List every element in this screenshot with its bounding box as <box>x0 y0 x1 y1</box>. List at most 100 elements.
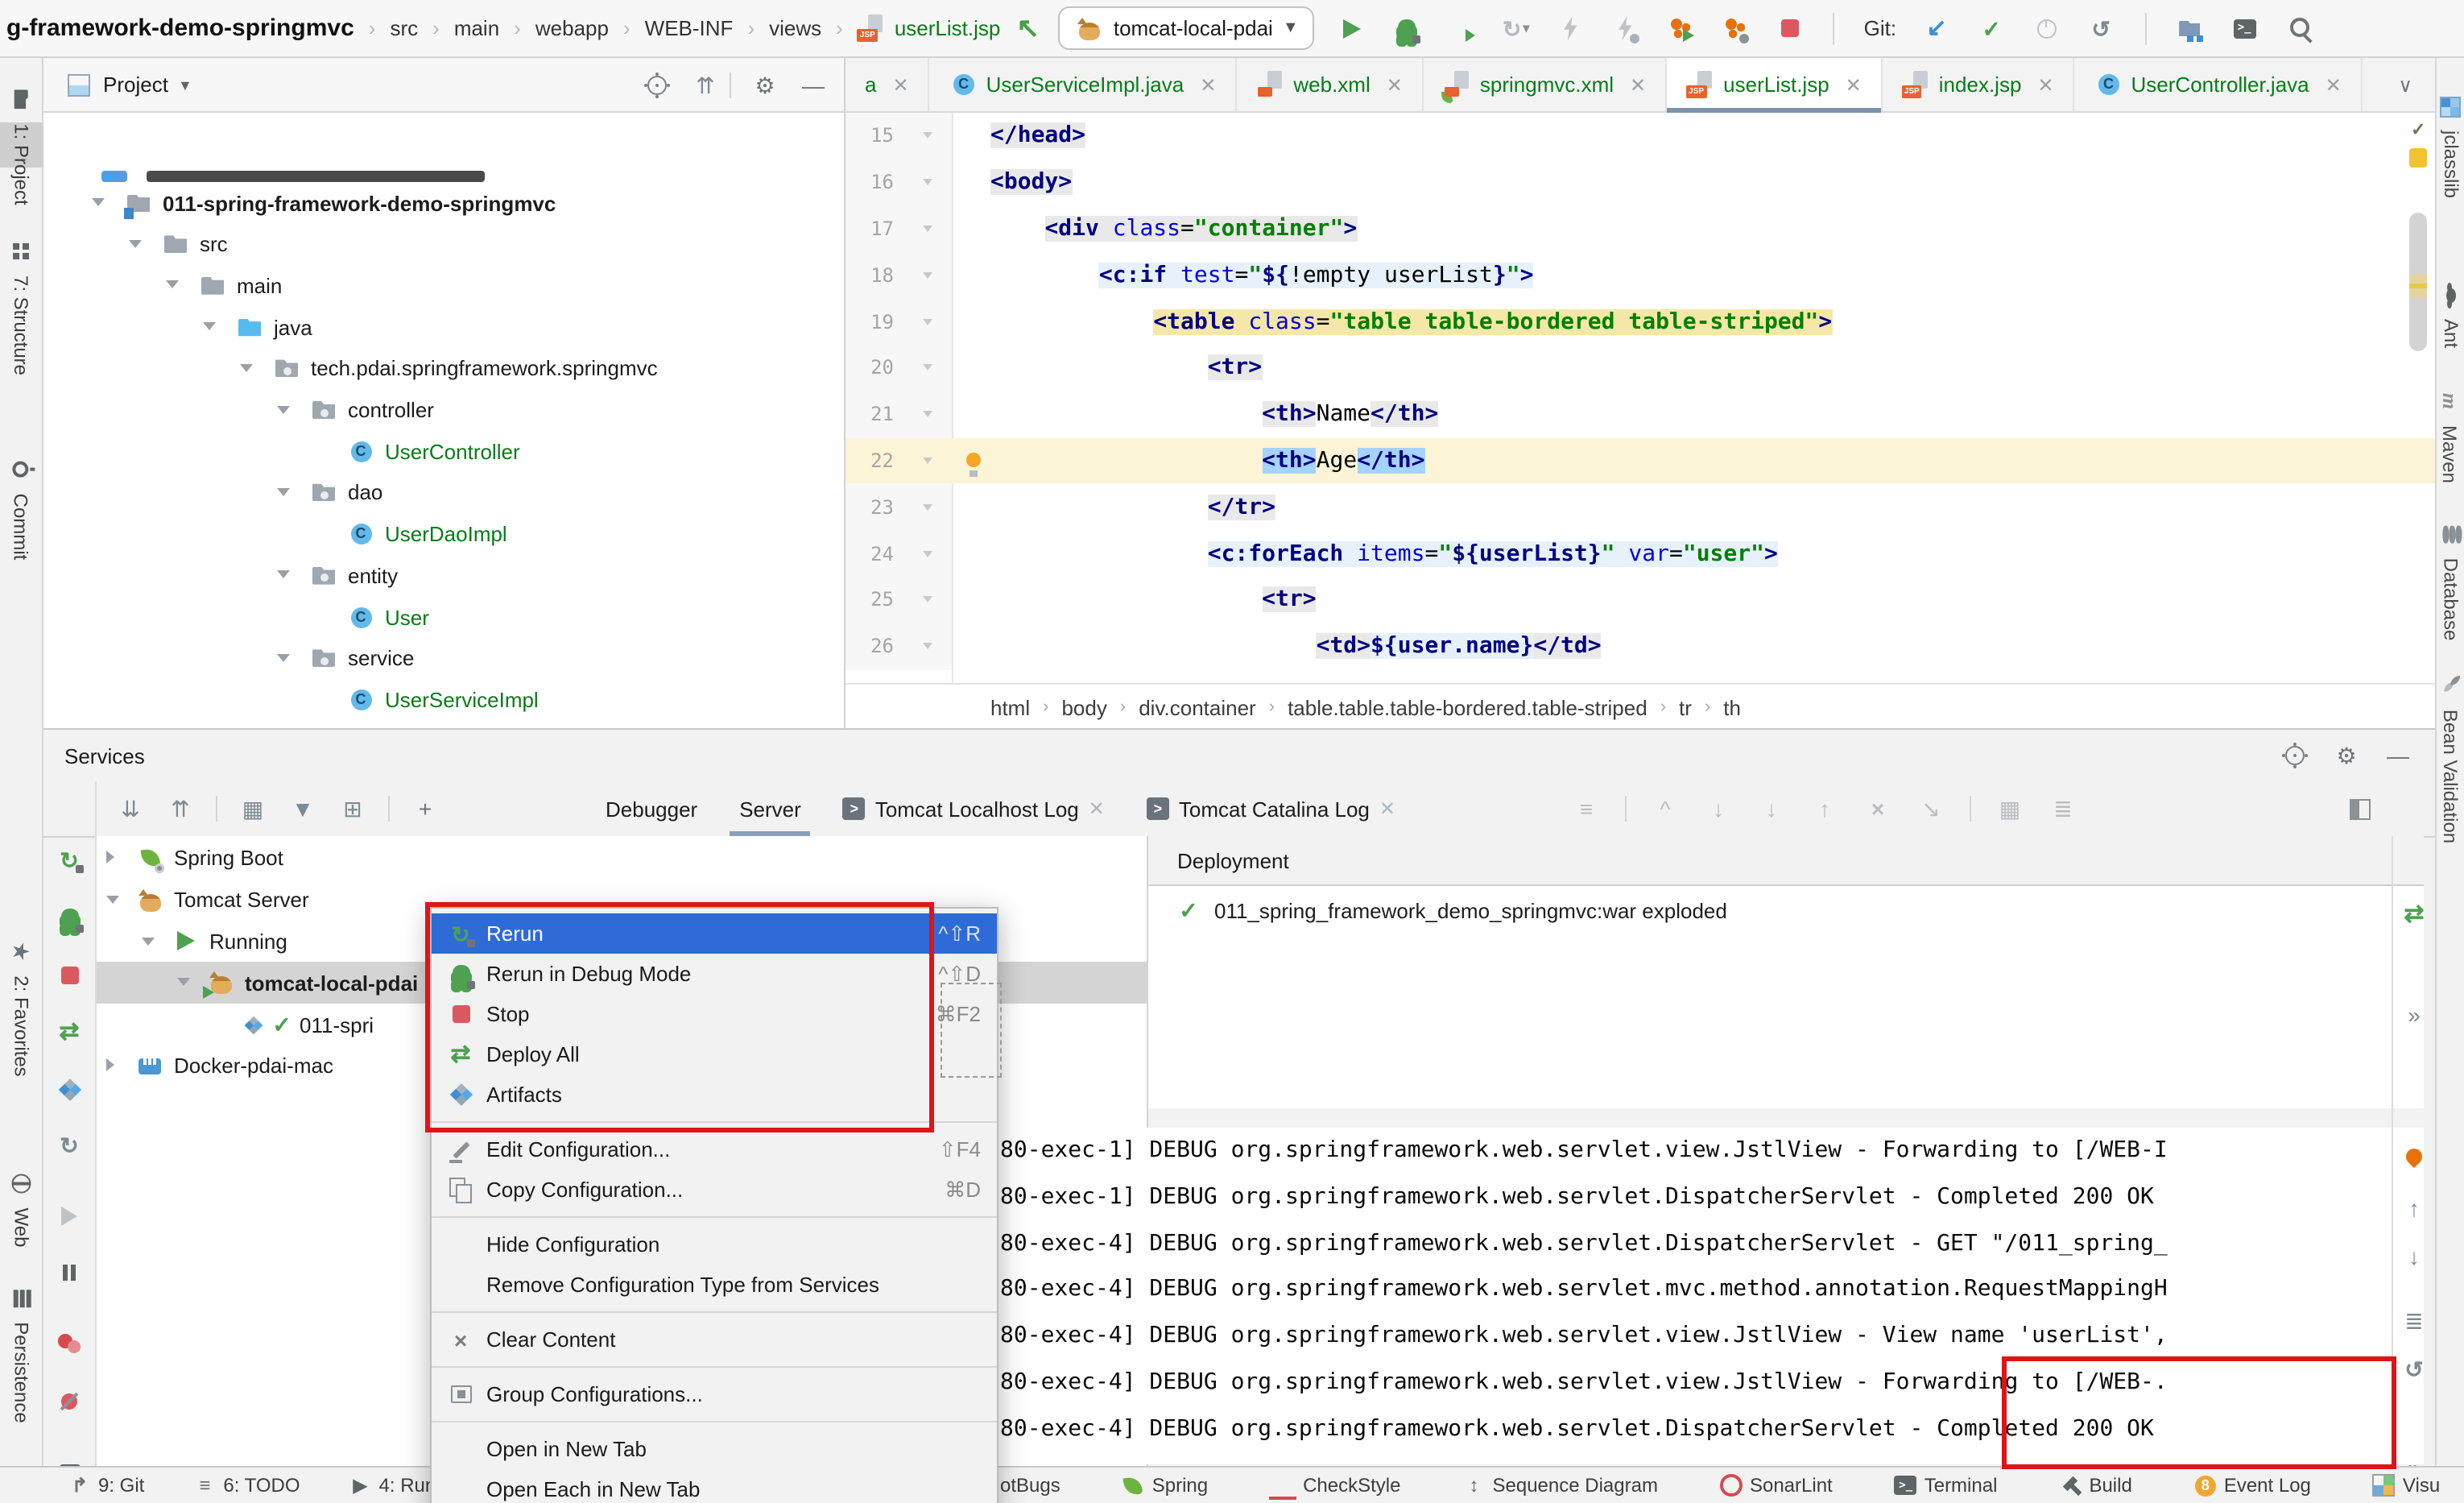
tab-close-icon[interactable]: ✕ <box>1379 797 1395 820</box>
project-tree-row[interactable]: service <box>43 637 844 679</box>
editor-tab-index-jsp[interactable]: index.jsp✕ <box>1883 58 2075 111</box>
project-tree-row[interactable]: controller <box>43 389 844 431</box>
code-editor[interactable]: 15</head>16<body>17 <div class="containe… <box>845 113 2435 683</box>
menu-item-group-configurations-[interactable]: Group Configurations... <box>432 1374 997 1414</box>
sidebar-item-bean-validation[interactable]: Bean Validation <box>2437 743 2464 772</box>
tab-close-icon[interactable]: ✕ <box>1630 73 1646 96</box>
code-line-26[interactable]: 26 <td>${user.name}</td> <box>845 623 2435 670</box>
menu-item-hide-configuration[interactable]: Hide Configuration <box>432 1224 997 1265</box>
code-line-22[interactable]: 22 <th>Age</th> <box>845 437 2435 484</box>
up-icon[interactable]: ↑ <box>1810 794 1839 823</box>
repo-folder-icon[interactable] <box>2175 14 2204 43</box>
editor-breadcrumb-item[interactable]: html <box>990 695 1030 719</box>
menu-item-copy-configuration-[interactable]: Copy Configuration...⌘D <box>432 1170 997 1210</box>
breadcrumb-item[interactable]: webapp <box>535 16 609 40</box>
editor-breadcrumb-item[interactable]: tr <box>1679 695 1692 719</box>
profiler-icon[interactable] <box>1666 14 1695 43</box>
breadcrumb-item[interactable]: WEB-INF <box>645 16 734 40</box>
tree-chevron-icon[interactable] <box>166 281 179 289</box>
locate-icon[interactable] <box>2280 741 2309 770</box>
statusbar-item-checkstyle[interactable]: CheckStyle <box>1269 1472 1400 1499</box>
statusbar-item-otbugs[interactable]: otBugs <box>1000 1474 1060 1497</box>
git-commit-icon[interactable]: ✓ <box>1977 14 2006 43</box>
services-tab-debugger[interactable]: Debugger <box>606 781 697 836</box>
project-tree-row[interactable]: UserServiceImpl <box>43 679 844 721</box>
add-service-icon[interactable]: ⊞ <box>338 794 367 823</box>
grid-icon[interactable]: ▦ <box>1995 794 2024 823</box>
coverage-icon[interactable] <box>1447 14 1476 43</box>
tree-chevron-icon[interactable] <box>240 364 253 372</box>
run-configuration-selector[interactable]: tomcat-local-pdai▼ <box>1059 6 1315 50</box>
deploy-all-icon[interactable]: ⇄ <box>55 1018 84 1047</box>
refresh-icon[interactable]: ↻ <box>55 1131 84 1160</box>
bulb-icon[interactable] <box>958 450 987 479</box>
code-line-24[interactable]: 24 <c:forEach items="${userList}" var="u… <box>845 530 2435 577</box>
tabs-overflow-chevron-icon[interactable]: ∨ <box>2398 73 2412 96</box>
down-icon[interactable]: ↓ <box>2400 1242 2429 1271</box>
project-tree-row[interactable]: java <box>43 306 844 348</box>
code-line-20[interactable]: 20 <tr> <box>845 345 2435 391</box>
project-tree-row[interactable]: UserController <box>43 430 844 472</box>
run-icon[interactable] <box>1337 14 1366 43</box>
balloon-icon[interactable] <box>2400 1142 2429 1171</box>
tab-close-icon[interactable]: ✕ <box>1089 797 1105 820</box>
collapse-all-icon[interactable]: ⇈ <box>691 70 720 99</box>
editor-breadcrumb-item[interactable]: div.container <box>1139 695 1256 719</box>
sidebar-item-1-project[interactable]: 1: Project <box>0 122 42 168</box>
locate-icon[interactable] <box>643 70 672 99</box>
tree-chevron-icon[interactable] <box>277 405 290 413</box>
expand-all-icon[interactable]: ⇊ <box>116 794 145 823</box>
search-icon[interactable] <box>2284 14 2313 43</box>
tab-close-icon[interactable]: ✕ <box>1387 73 1403 96</box>
project-tree-row[interactable]: resources <box>43 720 844 728</box>
breadcrumb-item[interactable]: src <box>390 16 418 40</box>
editor-breadcrumb-item[interactable]: th <box>1723 695 1741 719</box>
stop-icon[interactable] <box>1776 14 1805 43</box>
layout-icon[interactable] <box>2345 794 2374 823</box>
git-history-icon[interactable] <box>2032 14 2061 43</box>
project-tree-row[interactable]: entity <box>43 555 844 597</box>
code-line-21[interactable]: 21 <th>Name</th> <box>845 391 2435 438</box>
editor-tab-userList-jsp[interactable]: userList.jsp✕ <box>1667 58 1883 111</box>
editor-breadcrumb-item[interactable]: body <box>1061 695 1106 719</box>
caret-up-icon[interactable]: ^ <box>1651 794 1680 823</box>
project-panel-title[interactable]: Project <box>103 72 168 97</box>
deploy-all-icon[interactable]: ⇄ <box>2400 901 2429 930</box>
sidebar-item-database[interactable]: Database <box>2437 565 2464 594</box>
tree-chevron-icon[interactable] <box>142 937 155 945</box>
sidebar-item-web[interactable]: Web <box>0 1186 42 1231</box>
inspection-marker[interactable] <box>2409 148 2427 168</box>
editor-tab-UserServiceImpl-java[interactable]: UserServiceImpl.java✕ <box>930 58 1238 111</box>
more-icon[interactable]: » <box>2400 1000 2429 1029</box>
gear-icon[interactable]: ⚙ <box>750 70 779 99</box>
code-line-19[interactable]: 19 <table class="table table-bordered ta… <box>845 298 2435 345</box>
debug-small-icon[interactable] <box>55 904 84 933</box>
services-tab-tomcat-catalina-log[interactable]: >Tomcat Catalina Log✕ <box>1147 781 1395 836</box>
code-line-16[interactable]: 16<body> <box>845 159 2435 206</box>
pause-icon[interactable] <box>55 1258 84 1287</box>
up-icon[interactable]: ↑ <box>2400 1194 2429 1223</box>
resume-icon[interactable] <box>55 1202 84 1231</box>
sidebar-item-jclasslib[interactable]: jclasslib <box>2437 130 2464 159</box>
statusbar-item-build[interactable]: Build <box>2058 1473 2131 1497</box>
menu-item-remove-configuration-type-from-services[interactable]: Remove Configuration Type from Services <box>432 1265 997 1305</box>
build-icon[interactable] <box>1557 14 1585 43</box>
git-update-icon[interactable]: ↙ <box>1922 14 1951 43</box>
editor-tab-springmvc-xml[interactable]: springmvc.xml✕ <box>1424 58 1667 111</box>
tab-close-icon[interactable]: ✕ <box>1846 73 1862 96</box>
tree-chevron-icon[interactable] <box>129 239 142 247</box>
clear-icon[interactable]: × <box>1863 794 1892 823</box>
filter-icon[interactable]: ▼ <box>288 794 317 823</box>
statusbar-item-terminal[interactable]: Terminal <box>1894 1473 1998 1497</box>
breadcrumb-active-file[interactable]: userList.jsp <box>858 14 1001 43</box>
plus-icon[interactable]: + <box>411 794 440 823</box>
profiler-settings-icon[interactable] <box>1721 14 1750 43</box>
stop-small-icon[interactable] <box>55 960 84 989</box>
project-tree-row[interactable]: User <box>43 596 844 638</box>
deployment-entry[interactable]: ✓ 011_spring_framework_demo_springmvc:wa… <box>1148 886 2424 925</box>
tree-chevron-icon[interactable] <box>106 896 119 904</box>
statusbar-item-4-run[interactable]: ▶4: Run <box>349 1473 436 1497</box>
tree-chevron-icon[interactable] <box>106 1058 114 1071</box>
sidebar-item-ant[interactable]: Ant <box>2437 300 2464 329</box>
build-settings-icon[interactable] <box>1611 14 1640 43</box>
